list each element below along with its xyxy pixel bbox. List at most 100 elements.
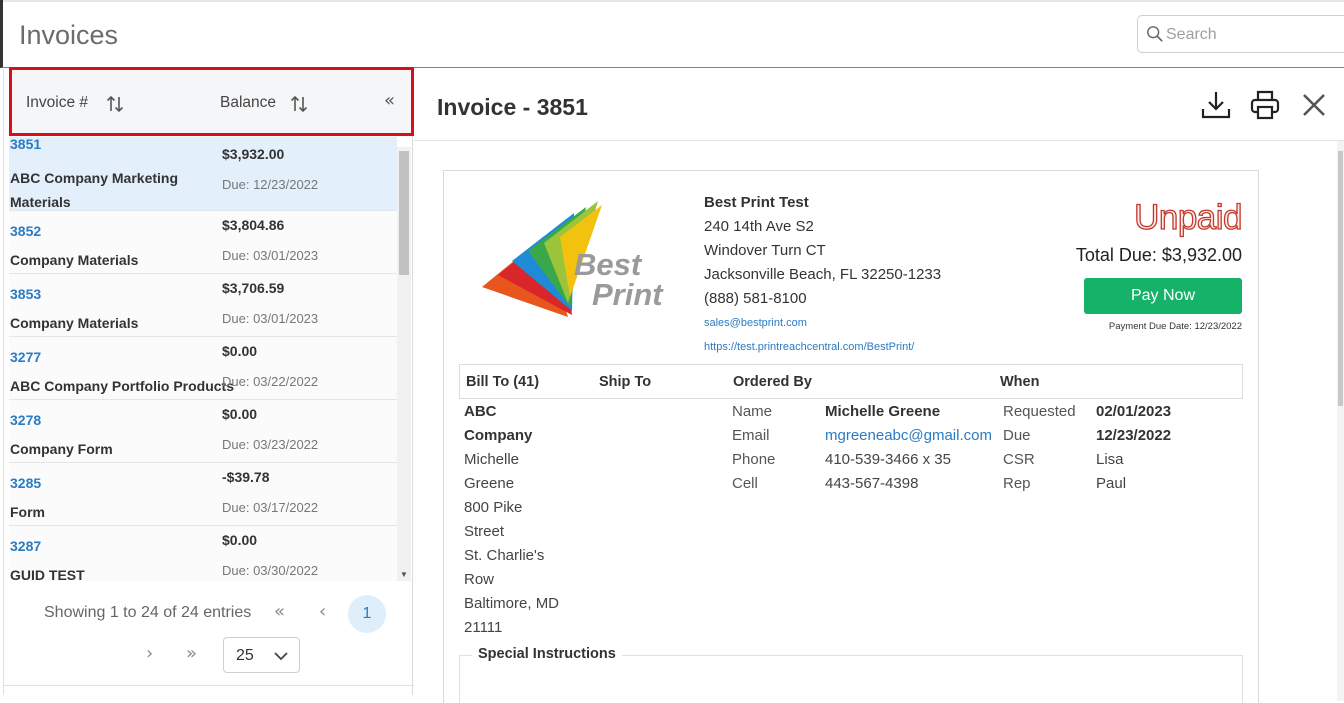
when-values: 02/01/2023 12/23/2022 Lisa Paul [1096,400,1171,496]
bill-to-line: Greene [464,475,515,492]
bill-to-company-line2: Company [464,427,533,444]
phone-label: Phone [732,451,776,468]
pager-next-button[interactable]: › [146,643,153,664]
scroll-down-arrow-icon[interactable]: ▼ [400,570,408,579]
invoice-row[interactable]: 3851 ABC Company Marketing Materials $3,… [9,137,397,211]
invoice-name: Company Materials [10,252,139,268]
invoice-row[interactable]: 3278 Company Form $0.00 Due: 03/23/2022 [9,400,397,463]
sort-balance-icon[interactable] [289,94,309,114]
invoice-row[interactable]: 3277 ABC Company Portfolio Products $0.0… [9,337,397,400]
total-due: Total Due: $3,932.00 [1075,245,1242,265]
best-print-logo: Best Print [482,201,664,317]
ordered-by-phone: 410-539-3466 x 35 [825,451,951,468]
per-page-select[interactable]: 25 [223,637,300,673]
ordered-by-header: Ordered By [733,374,812,390]
list-scrollbar[interactable]: ▼ [397,147,411,581]
invoice-number-link[interactable]: 3278 [10,412,41,428]
invoice-balance: $0.00 [222,532,258,548]
page-title: Invoices [19,20,119,50]
invoice-rows: 3851 ABC Company Marketing Materials $3,… [9,137,397,581]
pager-prev-button[interactable]: ‹ [319,601,326,622]
bill-to-line: St. Charlie's [464,547,545,564]
chevron-down-icon [274,652,288,661]
company-url-link[interactable]: https://test.printreachcentral.com/BestP… [704,335,941,359]
collapse-panel-icon[interactable]: « [384,90,395,111]
invoice-row[interactable]: 3287 GUID TEST $0.00 Due: 03/30/2022 [9,526,397,581]
close-icon[interactable] [1298,89,1330,121]
invoice-name: ABC Company Marketing Materials [10,170,179,210]
pay-now-button[interactable]: Pay Now [1084,278,1242,314]
due-date: 12/23/2022 [1096,427,1172,444]
bill-to-header: Bill To (41) [466,374,540,390]
print-icon[interactable] [1249,89,1281,121]
sort-invoice-icon[interactable] [105,94,125,114]
invoice-number-link[interactable]: 3852 [10,223,41,239]
invoice-number-link[interactable]: 3285 [10,475,41,491]
invoice-name: Company Materials [10,315,139,331]
invoice-number-link[interactable]: 3851 [10,137,41,152]
csr-label: CSR [1003,451,1035,468]
invoice-name: Company Form [10,441,113,457]
invoice-due-date: Due: 03/01/2023 [222,311,319,326]
invoice-due-date: Due: 03/01/2023 [222,248,319,263]
invoice-row[interactable]: 3285 Form -$39.78 Due: 03/17/2022 [9,463,397,526]
bill-to-line: Row [464,571,495,588]
pager-last-button[interactable]: » [186,643,197,664]
invoice-due-date: Due: 03/30/2022 [222,563,319,578]
invoice-due-date: Due: 03/22/2022 [222,374,319,389]
requested-label: Requested [1003,403,1076,420]
column-header-balance[interactable]: Balance [220,94,276,112]
requested-date: 02/01/2023 [1096,403,1172,420]
invoice-balance: $3,932.00 [222,146,285,162]
invoice-due-date: Due: 12/23/2022 [222,177,319,192]
rep-value: Paul [1096,475,1127,492]
invoice-number-link[interactable]: 3277 [10,349,41,365]
invoice-name: GUID TEST [10,567,85,581]
detail-scroll-thumb[interactable] [1338,151,1343,406]
ordered-by-cell: 443-567-4398 [825,475,919,492]
invoice-document: Best Print Best Print Test 240 14th Ave … [443,170,1259,703]
per-page-value: 25 [236,647,254,664]
invoice-balance: -$39.78 [222,469,270,485]
bill-to-line: 21111 [464,619,503,636]
invoice-list-panel: Invoice # Balance « 3851 ABC Company Mar… [3,67,414,695]
invoice-name: ABC Company Portfolio Products [10,378,235,394]
ship-to-header: Ship To [599,374,652,390]
logo-text-print: Print [592,277,664,312]
when-labels: Requested Due CSR Rep [1003,400,1076,496]
rep-label: Rep [1003,475,1031,492]
due-label: Due [1003,427,1031,444]
company-city: Jacksonville Beach, FL 32250-1233 [704,266,942,283]
invoice-row[interactable]: 3852 Company Materials $3,804.86 Due: 03… [9,211,397,274]
column-header-invoice[interactable]: Invoice # [26,94,88,112]
invoice-balance: $0.00 [222,343,258,359]
invoice-row[interactable]: 3853 Company Materials $3,706.59 Due: 03… [9,274,397,337]
invoice-detail-title: Invoice - 3851 [437,94,588,120]
list-scroll-thumb[interactable] [399,151,409,275]
invoice-due-date: Due: 03/23/2022 [222,437,319,452]
invoice-due-date: Due: 03/17/2022 [222,500,319,515]
bill-to-line: 800 Pike [464,499,523,516]
company-address-line2: Windover Turn CT [704,242,826,259]
invoice-number-link[interactable]: 3853 [10,286,41,302]
invoice-number-link[interactable]: 3287 [10,538,41,554]
search-icon [1147,26,1163,42]
top-bar: Invoices [0,0,1344,68]
download-icon[interactable] [1200,89,1232,121]
invoice-name: Form [10,504,45,520]
invoice-balance: $3,804.86 [222,217,285,233]
company-name: Best Print Test [704,194,809,211]
company-address-line1: 240 14th Ave S2 [704,218,814,235]
special-instructions-label: Special Instructions [472,646,622,662]
bill-to-company-line1: ABC [464,403,497,420]
pager-current-page[interactable]: 1 [348,595,386,633]
pager-first-button[interactable]: « [274,601,285,622]
ordered-by-labels: Name Email Phone Cell [732,400,775,496]
ordered-by-email-link[interactable]: mgreeneabc@gmail.com [825,427,992,444]
detail-scrollbar[interactable] [1337,141,1344,701]
search-box[interactable] [1137,15,1344,53]
search-input[interactable] [1166,24,1344,46]
company-email-link[interactable]: sales@bestprint.com [704,311,941,335]
when-header: When [1000,374,1040,390]
company-address: Best Print Test 240 14th Ave S2 Windover… [704,191,941,359]
